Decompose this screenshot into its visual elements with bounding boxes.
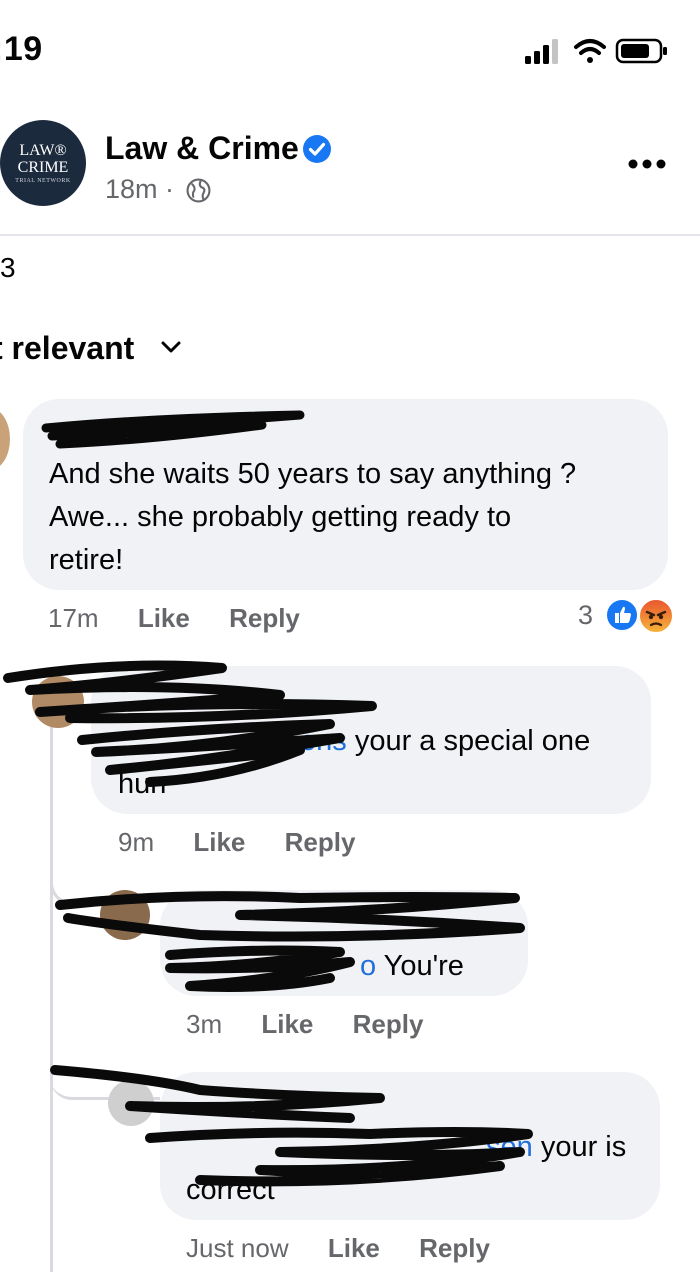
comment-line: hun xyxy=(118,768,167,800)
comment-text-part: your a special one xyxy=(346,725,591,757)
comment-actions: Just now Like Reply xyxy=(186,1233,522,1264)
comment-time: Just now xyxy=(186,1233,289,1263)
mention-link[interactable]: sen xyxy=(486,1131,533,1163)
comment-time: 9m xyxy=(118,827,155,857)
comment-line: sen your is xyxy=(186,1126,651,1169)
comment-text-part: your is xyxy=(532,1131,627,1163)
page-name[interactable]: Law & Crime xyxy=(105,130,299,167)
comment-line: And she waits 50 years to say anything ? xyxy=(49,458,577,490)
page-avatar[interactable]: LAW® CRIME TRIAL NETWORK xyxy=(0,120,86,206)
more-options-icon[interactable] xyxy=(628,158,666,170)
status-bar: :19 xyxy=(0,0,700,90)
angry-reaction-icon xyxy=(638,598,674,634)
like-button[interactable]: Like xyxy=(193,827,245,858)
like-button[interactable]: Like xyxy=(261,1009,313,1040)
comment-text-part: You're xyxy=(376,950,464,982)
sort-dropdown[interactable]: t relevant xyxy=(0,330,134,367)
verified-icon xyxy=(303,135,331,163)
comment-line: Awe... she probably getting ready to xyxy=(49,501,512,533)
battery-icon xyxy=(615,38,667,64)
reply-button[interactable]: Reply xyxy=(353,1009,424,1040)
comment-text: And she waits 50 years to say anything ?… xyxy=(49,453,659,582)
comment-line: o You're xyxy=(186,945,516,988)
wifi-icon xyxy=(574,39,606,63)
avatar[interactable] xyxy=(100,890,150,940)
chevron-down-icon[interactable] xyxy=(160,340,182,354)
reply-connector xyxy=(50,845,90,905)
comment-actions: 3m Like Reply xyxy=(186,1009,455,1040)
comment-time: 3m xyxy=(186,1009,223,1039)
comment-text: sen your is correct xyxy=(186,1126,651,1212)
avatar-logo-line3: TRIAL NETWORK xyxy=(15,178,71,184)
like-button[interactable]: Like xyxy=(328,1233,380,1264)
comment-actions: 9m Like Reply xyxy=(118,827,387,858)
comment-line: correct xyxy=(186,1174,275,1206)
avatar[interactable] xyxy=(108,1080,154,1126)
like-reaction-icon xyxy=(605,598,639,632)
comment-line: retire! xyxy=(49,544,124,576)
comment-text: ons your a special one hun xyxy=(118,720,638,806)
reaction-count[interactable]: 3 xyxy=(578,600,593,631)
like-button[interactable]: Like xyxy=(138,603,190,634)
comment-text: o You're xyxy=(186,945,516,988)
mention-link[interactable]: ons xyxy=(300,725,347,757)
comment-time: 17m xyxy=(48,603,99,633)
avatar-logo-line2: CRIME xyxy=(17,159,69,176)
reply-button[interactable]: Reply xyxy=(285,827,356,858)
status-icons xyxy=(525,38,667,64)
avatar[interactable] xyxy=(0,408,10,470)
avatar[interactable] xyxy=(32,676,84,728)
globe-icon xyxy=(186,178,211,203)
avatar-logo-line1: LAW® xyxy=(19,142,67,159)
post-header: LAW® CRIME TRIAL NETWORK Law & Crime 18m… xyxy=(0,110,700,236)
post-time: 18m · xyxy=(105,174,175,204)
comment-line: ons your a special one xyxy=(118,720,638,763)
status-time: :19 xyxy=(0,30,43,68)
reply-button[interactable]: Reply xyxy=(229,603,300,634)
thread-line xyxy=(50,700,53,1272)
comment-actions: 17m Like Reply xyxy=(48,603,332,634)
reply-button[interactable]: Reply xyxy=(419,1233,490,1264)
comment-count: 3 xyxy=(0,252,16,283)
cellular-signal-icon xyxy=(525,39,558,64)
mention-link[interactable]: o xyxy=(360,950,376,982)
